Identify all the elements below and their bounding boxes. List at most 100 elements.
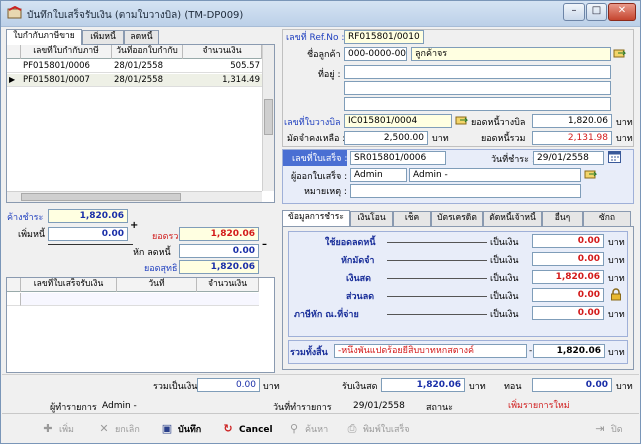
txdate-value: 29/01/2558 [353, 401, 405, 411]
exit-icon: ⇥ [595, 422, 605, 435]
issuer-label: ผู้ออกใบเสร็จ : [291, 172, 348, 182]
table-row[interactable]: ▶ PF015801/0007 28/01/2558 1,314.49 [7, 74, 262, 87]
maximize-button[interactable]: □ [586, 3, 607, 21]
col-receipt-date[interactable]: วันที่ [117, 278, 197, 292]
tab-creditor-offset[interactable]: ตัดหนี้เจ้าหนี้ [483, 211, 542, 226]
deposit-deduct-field[interactable]: 0.00 [532, 252, 604, 266]
address-line-3[interactable] [344, 97, 611, 111]
tab-other[interactable]: อื่นๆ [542, 211, 583, 226]
grand-total-field: 1,820.06 [533, 344, 605, 358]
title-bar: บันทึกใบเสร็จรับเงิน (ตามใบวางบิล) (TM-D… [1, 1, 640, 27]
receipt-grid-header: เลขที่ใบเสร็จรับเงิน วันที่ จำนวนเงิน [7, 278, 259, 292]
calendar-icon[interactable] [607, 151, 621, 164]
print-button[interactable]: ⎙ พิมพ์ใบเสร็จ [344, 422, 410, 438]
footer-total-label: รวมเป็นเงิน [153, 382, 198, 392]
cash-received-field[interactable]: 1,820.06 [381, 378, 465, 392]
grand-total-words: -หนึ่งพันแปดร้อยยี่สิบบาทหกสตางค์ [334, 344, 527, 358]
address-line-1[interactable] [344, 65, 611, 79]
due-label: ค้างชำระ [7, 213, 44, 223]
cancel-icon: ↻ [223, 422, 233, 435]
cash-field[interactable]: 1,820.06 [532, 270, 604, 284]
vertical-scrollbar[interactable] [262, 45, 274, 191]
lookup-bill-icon[interactable] [455, 114, 469, 127]
net-field: 1,820.06 [179, 260, 259, 274]
debt-label: ยอดหนี้รวม [481, 134, 526, 144]
tab-transfer[interactable]: เงินโอน [350, 211, 393, 226]
save-button[interactable]: ▣ บันทึก [159, 422, 201, 438]
paydate-label: วันที่ชำระ : [491, 155, 535, 165]
discount-field[interactable]: 0.00 [532, 288, 604, 302]
issuer-name-field[interactable]: Admin - [409, 168, 581, 182]
credit-label: ใช้ยอดลดหนี้ [325, 238, 376, 248]
total-field: 1,820.06 [179, 227, 259, 241]
cash-label: เงินสด [346, 274, 371, 284]
cancel-doc-icon: ✕ [99, 422, 109, 435]
customer-name-field[interactable]: ลูกค้าจร [411, 47, 611, 61]
toolbar: ✚ เพิ่ม ✕ ยกเลิก ▣ บันทึก ↻ Cancel ⚲ ค้นหา ⎙ พ… [2, 413, 639, 443]
tab-reduce-debt[interactable]: ลดหนี้ [124, 30, 159, 45]
recorder-value: Admin - [102, 401, 137, 411]
close-icon: ✕ [617, 5, 627, 16]
tab-invoice[interactable]: ใบกำกับภาษีขาย [6, 29, 82, 45]
cancel-doc-button[interactable]: ✕ ยกเลิก [96, 422, 139, 438]
add-debt-label: เพิ่มหนี้ [18, 230, 46, 240]
add-button[interactable]: ✚ เพิ่ม [40, 422, 74, 438]
deposit-deduct-label: หักมัดจำ [341, 256, 375, 266]
net-label: ยอดสุทธิ [144, 264, 178, 274]
debt-field: 2,131.98 [532, 131, 612, 145]
scroll-thumb[interactable] [264, 99, 273, 135]
bill-total-label: ยอดหนี้วางบิล [471, 118, 526, 128]
search-button[interactable]: ⚲ ค้นหา [286, 422, 328, 438]
exit-button[interactable]: ⇥ ปิด [592, 422, 622, 438]
issuer-code-field[interactable]: Admin [350, 168, 407, 182]
col-invoice-no[interactable]: เลขที่ใบกำกับภาษี [21, 45, 112, 59]
withholding-field[interactable]: 0.00 [532, 306, 604, 320]
minus-sign: – [262, 239, 267, 250]
credit-field[interactable]: 0.00 [532, 234, 604, 248]
col-receipt-no[interactable]: เลขที่ใบเสร็จรับเงิน [21, 278, 117, 292]
receipt-grid: เลขที่ใบเสร็จรับเงิน วันที่ จำนวนเงิน [6, 277, 275, 373]
scroll-thumb[interactable] [21, 193, 181, 201]
lookup-issuer-icon[interactable] [584, 168, 598, 181]
col-amount[interactable]: จำนวนเงิน [183, 45, 262, 59]
deposit-field: 2,500.00 [344, 131, 428, 145]
customer-code-field[interactable]: 000-0000-00000 [344, 47, 407, 61]
bill-field[interactable]: IC015801/0004 [344, 114, 452, 128]
minimize-button[interactable]: – [563, 3, 585, 21]
withholding-label: ภาษีหัก ณ.ที่จ่าย [294, 310, 359, 320]
due-field: 1,820.06 [48, 209, 128, 223]
note-label: หมายเหตุ : [304, 187, 347, 197]
cancel-button[interactable]: ↻ Cancel [220, 422, 272, 438]
invoice-grid: เลขที่ใบกำกับภาษี วันที่ออกใบกำกับ จำนวน… [6, 44, 275, 203]
tab-credit-card[interactable]: บัตรเครดิต [431, 211, 483, 226]
lookup-customer-icon[interactable] [613, 47, 627, 60]
row-pointer-icon: ▶ [9, 75, 16, 84]
paydate-field[interactable]: 29/01/2558 [533, 151, 604, 165]
receipt-field[interactable]: SR015801/0006 [350, 151, 446, 165]
horizontal-scrollbar[interactable] [7, 191, 262, 202]
ref-field[interactable]: RF015801/0010 [344, 30, 424, 44]
maximize-icon: □ [591, 5, 602, 16]
col-receipt-amount[interactable]: จำนวนเงิน [197, 278, 259, 292]
change-label: ทอน [504, 382, 522, 392]
close-button[interactable]: ✕ [608, 3, 636, 21]
deduct-field: 0.00 [179, 244, 259, 258]
receipt-label: เลขที่ใบเสร็จ : [292, 154, 348, 164]
address-line-2[interactable] [344, 81, 611, 95]
lock-icon[interactable] [609, 288, 623, 301]
bill-label: เลขที่ใบวางบิล : [284, 118, 347, 128]
customer-label: ชื่อลูกค้า : [307, 50, 347, 60]
tab-more[interactable]: ซักถ [583, 211, 631, 226]
note-field[interactable] [350, 184, 581, 198]
tab-add-debt[interactable]: เพิ่มหนี้ [82, 30, 124, 45]
cash-received-label: รับเงินสด [342, 382, 378, 392]
add-icon: ✚ [43, 422, 53, 435]
deposit-label: มัดจำคงเหลือ : [287, 134, 346, 144]
tab-cheque[interactable]: เช็ค [393, 211, 431, 226]
new-row[interactable] [21, 293, 259, 306]
invoice-grid-header: เลขที่ใบกำกับภาษี วันที่ออกใบกำกับ จำนวน… [7, 45, 262, 59]
col-invoice-date[interactable]: วันที่ออกใบกำกับ [112, 45, 183, 59]
deduct-label: หัก ลดหนี้ [133, 248, 171, 258]
table-row[interactable]: PF015801/0006 28/01/2558 505.57 [7, 60, 262, 73]
tab-payment-info[interactable]: ข้อมูลการชำระ [282, 210, 350, 226]
